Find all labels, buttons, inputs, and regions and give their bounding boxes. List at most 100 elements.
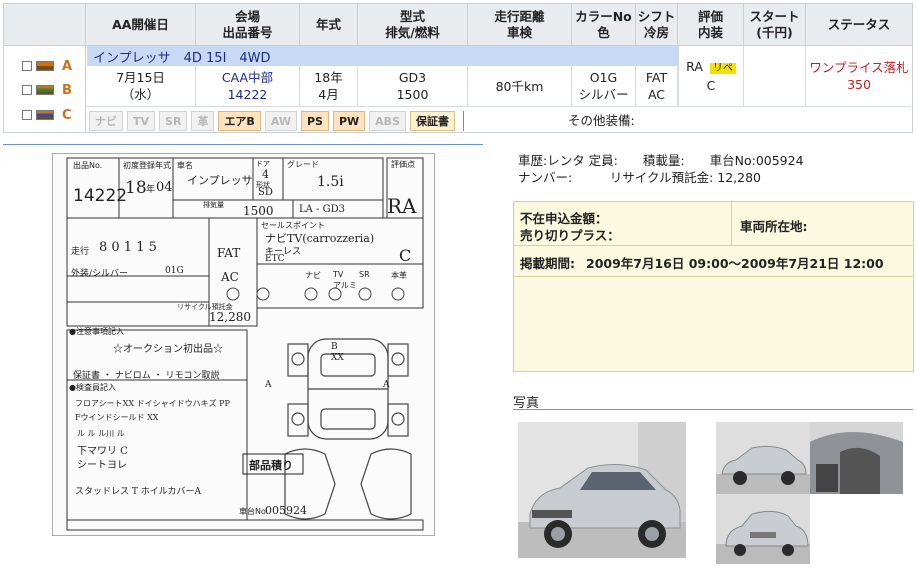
photo-interior[interactable]: [810, 422, 903, 494]
sheet-name-label: 車名: [177, 161, 193, 170]
equipment-badges: ナビ TV SR 革エアB AW PS PW ABS 保証書: [89, 111, 464, 131]
sheet-year-unit: 年: [146, 185, 156, 195]
badge-4: エアB: [218, 111, 261, 131]
status: ワンプライス落札 350: [809, 60, 909, 92]
header-date: AA開催日: [86, 4, 196, 46]
vehicle-title[interactable]: インプレッサ 4D 15I 4WD: [87, 46, 679, 66]
vehicle-info: 車歴:レンタ 定員: 積載量: 車台No:005924 ナンバー: リサイクル預…: [518, 152, 804, 186]
row-divider: [87, 106, 911, 107]
sheet-parts: 部品積り: [249, 459, 293, 472]
header-venue: 会場 出品番号: [196, 4, 300, 46]
sheet-opt-tv: TV: [333, 270, 344, 279]
period-label: 掲載期間:: [520, 256, 575, 271]
model-type: GD3 1500: [358, 66, 468, 106]
checkbox-a[interactable]: [22, 61, 32, 71]
grade: RA リペ C: [678, 46, 744, 106]
sheet-model: LA - GD3: [299, 204, 345, 215]
color: O1G シルバー: [572, 66, 636, 106]
sheet-chassis-label: 車台No.: [239, 507, 269, 516]
sheet-insp-1: フロアシートXX ドイシャイドウハキズ PP: [75, 399, 230, 408]
sheet-insp-6: スタッドレス T ホイルカバーA: [75, 487, 201, 497]
sheet-lot-no: 14222: [73, 186, 128, 206]
other-equipment-label: その他装備:: [568, 113, 635, 128]
sheet-equipment: 保証書 ・ ナビロム ・ リモコン取説: [73, 371, 220, 381]
auction-sheet-image[interactable]: 出品No. 14222 初度登録年式 18 年 04 車名 インプレッサ ドア …: [52, 153, 435, 536]
badge-6: PS: [300, 111, 329, 131]
photo-rear[interactable]: [716, 494, 810, 564]
sheet-sales-point-3: ETC: [265, 254, 285, 264]
bid-info-box: 不在申込金額： 売り切りプラス： 車両所在地: 掲載期間: 2009年7月16日…: [513, 201, 914, 372]
select-row-b[interactable]: B: [22, 81, 72, 99]
start-price: [744, 46, 806, 106]
sheet-inspector-label: ●検査員記入: [69, 383, 116, 392]
flag-a-icon: [36, 61, 54, 71]
flag-c-icon: [36, 110, 54, 120]
sheet-mileage-label: 走行: [71, 247, 90, 257]
label-a: A: [62, 58, 73, 74]
select-row-c[interactable]: C: [22, 106, 72, 124]
location-label: 車両所在地:: [740, 219, 808, 234]
header-model: 型式 排気/燃料: [358, 4, 468, 46]
select-column: A B C: [4, 46, 86, 133]
period-value: 2009年7月16日 09:00～2009年7月21日 12:00: [586, 256, 884, 271]
sheet-mark-b: B: [331, 342, 338, 352]
sheet-mark-a-right: A: [383, 380, 390, 390]
sheet-grade: 1.5i: [317, 174, 344, 190]
sheet-shift: FAT: [217, 246, 241, 260]
label-c: C: [62, 107, 72, 123]
sheet-interior: C: [399, 246, 412, 265]
mileage: 80千km: [468, 66, 572, 106]
sheet-score: RA: [387, 194, 417, 218]
select-row-a[interactable]: A: [22, 57, 72, 75]
sheet-insp-2: Fウインドシールド XX: [75, 413, 159, 422]
section-divider: [3, 144, 483, 145]
badge-0: ナビ: [89, 111, 123, 131]
header-select: [4, 4, 86, 46]
header-grade: 評価 内装: [678, 4, 744, 46]
sheet-chassis: 005924: [265, 504, 307, 517]
shift-ac: FAT AC: [636, 66, 678, 106]
sheet-opt-sr: SR: [359, 270, 370, 279]
badge-7: PW: [332, 111, 366, 131]
sheet-first-reg-label: 初度登録年式: [123, 161, 171, 170]
sheet-notes: ☆オークション初出品☆: [113, 344, 223, 355]
info-line-1: 車歴:レンタ 定員: 積載量: 車台No:005924: [518, 153, 804, 168]
badge-separator: [463, 111, 464, 131]
sheet-year: 18: [125, 178, 147, 198]
sheet-grade-label: グレード: [287, 160, 319, 169]
sheet-month: 04: [156, 180, 173, 195]
sold-plus-label: 売り切りプラス：: [520, 228, 620, 243]
sheet-disp-label: 排気量: [203, 201, 224, 209]
repaint-tag: リペ: [709, 63, 736, 74]
header-status: ステータス: [806, 4, 912, 46]
sheet-insp-3: ル ル ル川 ル: [77, 429, 125, 438]
sheet-score-label: 評価点: [391, 160, 415, 169]
badge-3: 革: [191, 111, 215, 131]
sheet-color-label: 外装/シルバー: [71, 269, 129, 279]
checkbox-c[interactable]: [22, 110, 32, 120]
model-year: 18年 4月: [300, 66, 358, 106]
header-color: カラーNo 色: [572, 4, 636, 46]
sheet-mark-a-left: A: [265, 380, 272, 390]
info-line-2: ナンバー: リサイクル預託金: 12,280: [518, 170, 762, 185]
badge-8: ABS: [369, 111, 406, 131]
sheet-name: インプレッサ: [187, 174, 253, 187]
header-start: スタート (千円): [744, 4, 806, 46]
sheet-mileage: 8 0 1 1 5: [99, 240, 157, 255]
flag-b-icon: [36, 85, 54, 95]
sheet-color-no: 01G: [165, 266, 184, 276]
sheet-opt-leather: 本革: [391, 271, 407, 280]
badge-1: TV: [127, 111, 156, 131]
auction-date: 7月15日 （水）: [86, 66, 196, 106]
photo-side[interactable]: [716, 422, 810, 494]
sheet-lot-label: 出品No.: [73, 161, 103, 170]
photo-main[interactable]: [518, 422, 686, 558]
checkbox-b[interactable]: [22, 85, 32, 95]
sheet-shape: SD: [258, 187, 273, 198]
sheet-insp-5: シートヨレ: [77, 460, 127, 471]
badge-5: AW: [264, 111, 297, 131]
venue-lot: CAA中部 14222: [196, 66, 300, 106]
sheet-notes-label: ●注意事項記入: [69, 327, 124, 336]
badge-9: 保証書: [410, 111, 455, 131]
sheet-disp: 1500: [243, 204, 274, 218]
